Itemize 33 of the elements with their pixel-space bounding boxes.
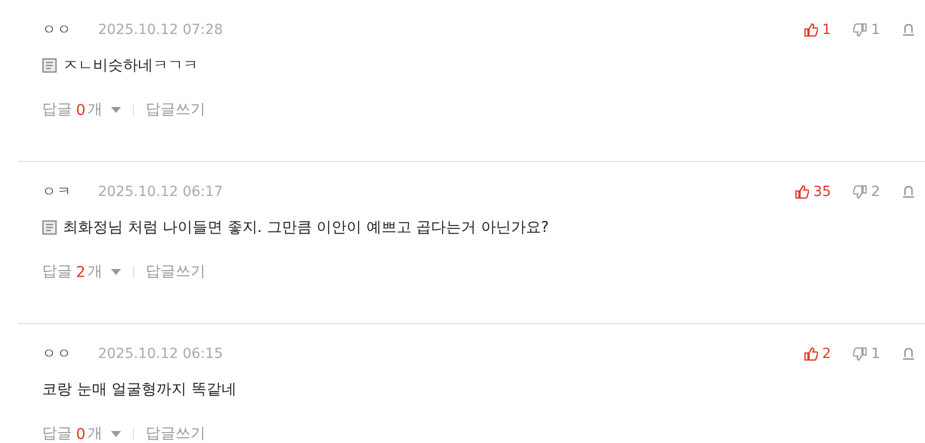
comment-date: 2025.10.12 07:28 (98, 22, 223, 38)
thumbs-up-icon (795, 185, 810, 199)
replies-toggle[interactable]: 답글 2 개 (42, 262, 121, 281)
comment-date: 2025.10.12 06:15 (98, 346, 223, 362)
comment-date: 2025.10.12 06:17 (98, 184, 223, 200)
dislike-button[interactable]: 1 (853, 22, 880, 38)
comment-text: 최화정님 처럼 나이들면 좋지. 그만큼 이안이 예쁘고 곱다는거 아닌가요? (63, 218, 549, 236)
thumbs-up-icon (804, 347, 818, 361)
write-reply-link[interactable]: 답글쓰기 (146, 100, 206, 119)
comment-text: ㅈㄴ비슷하네ㅋㄱㅋ (63, 56, 198, 74)
author-name: ㅇㅇ (42, 345, 73, 363)
thumbs-down-icon (853, 23, 868, 37)
like-button[interactable]: 1 (804, 22, 832, 38)
report-icon[interactable] (902, 348, 915, 360)
caret-icon (110, 430, 121, 436)
replies-toggle[interactable]: 답글 0 개 (42, 100, 121, 119)
author-name: ㅇㅋ (42, 183, 73, 201)
like-button[interactable]: 2 (804, 346, 832, 362)
dislike-button[interactable]: 2 (853, 184, 880, 200)
replies-toggle[interactable]: 답글 0 개 (42, 424, 121, 443)
thumbs-up-icon (804, 23, 818, 37)
author-name: ㅇㅇ (42, 21, 73, 39)
write-reply-link[interactable]: 답글쓰기 (146, 424, 206, 443)
caret-icon (110, 268, 121, 274)
report-icon[interactable] (902, 24, 915, 36)
report-icon[interactable] (902, 186, 915, 198)
caret-icon (110, 106, 121, 112)
dislike-button[interactable]: 1 (853, 346, 880, 362)
comment-text: 코랑 눈매 얼굴형까지 똑같네 (42, 380, 236, 398)
thumbs-down-icon (853, 347, 868, 361)
like-button[interactable]: 35 (795, 184, 832, 200)
write-reply-link[interactable]: 답글쓰기 (146, 262, 206, 281)
thumbs-down-icon (853, 185, 868, 199)
